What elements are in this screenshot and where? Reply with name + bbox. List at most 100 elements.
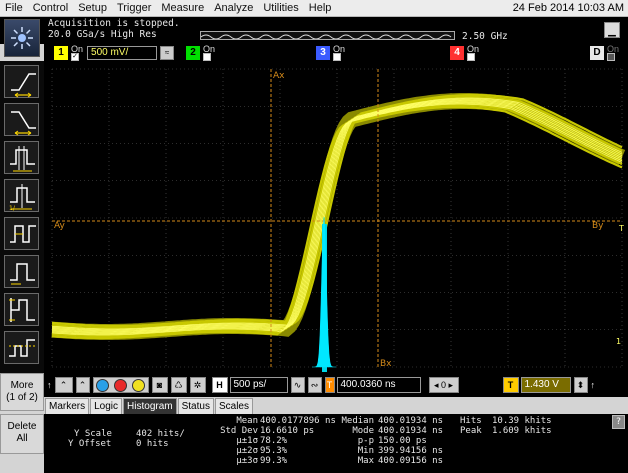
star-icon[interactable]: ✲: [189, 377, 206, 393]
y-scale-label: Y Scale: [74, 429, 112, 439]
channel-2-on-toggle[interactable]: On: [203, 44, 215, 61]
menu-measure[interactable]: Measure: [156, 0, 209, 17]
trigger-level-field[interactable]: 1.430 V: [520, 377, 571, 393]
channel-1-on-label: On: [71, 43, 84, 54]
horizontal-badge[interactable]: H: [211, 377, 228, 393]
more-page-indicator: (1 of 2): [6, 392, 38, 403]
channel-4-on-toggle[interactable]: On: [467, 43, 480, 61]
edge-transition-trigger-icon[interactable]: 1/: [4, 179, 39, 212]
digital-checkbox[interactable]: [607, 52, 615, 61]
waveform-display[interactable]: Ax Bx Ay By T 1: [44, 61, 628, 373]
analysis-tabs: Markers Logic Histogram Status Scales: [44, 397, 628, 414]
delete-all-button[interactable]: Delete All: [0, 414, 44, 454]
menu-trigger[interactable]: Trigger: [112, 0, 156, 17]
sigma2-label: μ±2σ: [236, 446, 258, 456]
channel-3-on-toggle[interactable]: On: [333, 44, 345, 61]
all-label: All: [16, 433, 28, 444]
channel-4-checkbox[interactable]: [467, 52, 475, 61]
trigger-toolbar: 1/: [0, 61, 44, 373]
trigger-up-arrow-icon[interactable]: ↑: [591, 380, 596, 390]
hits-value: 10.39 khits: [492, 416, 552, 426]
more-button[interactable]: More (1 of 2): [0, 373, 44, 411]
up-arrow-icon[interactable]: ↑: [47, 380, 52, 390]
y-offset-label: Y Offset: [68, 439, 112, 449]
acquisition-state: Acquisition is stopped.: [48, 18, 180, 29]
falling-edge-trigger-icon[interactable]: [4, 103, 39, 136]
channel-1-on-toggle[interactable]: On ✓: [71, 43, 84, 61]
y-offset-value: 0 hits: [136, 439, 169, 449]
wave-alt-icon[interactable]: ∾: [307, 377, 322, 393]
tab-status[interactable]: Status: [177, 398, 214, 414]
acquisition-status-bar: Acquisition is stopped. 20.0 GSa/s High …: [0, 17, 628, 57]
delay-stepper[interactable]: ◂ 0 ▸: [428, 377, 459, 393]
datetime-display: 24 Feb 2014 10:03 AM: [512, 2, 624, 14]
minimize-button[interactable]: ▁: [604, 22, 620, 38]
timebase-field[interactable]: 500 ps/: [229, 377, 288, 393]
median-value: 400.01934 ns: [378, 416, 444, 426]
yellow-circle-icon[interactable]: [132, 378, 145, 392]
trigger-level-stepper[interactable]: ⬍: [573, 377, 588, 393]
peak-to-peak-value: 150.00 ps: [378, 436, 427, 446]
hits-label: Hits: [460, 416, 482, 426]
menu-file[interactable]: File: [0, 0, 28, 17]
channel-3-badge[interactable]: 3: [316, 45, 330, 60]
digital-on-toggle[interactable]: On: [607, 43, 620, 61]
tab-scales[interactable]: Scales: [214, 398, 253, 414]
tab-logic[interactable]: Logic: [90, 398, 123, 414]
blue-circle-icon[interactable]: [96, 378, 109, 392]
wave-icon[interactable]: ∿: [290, 377, 305, 393]
zoom-out-button[interactable]: ⌃: [54, 377, 73, 393]
channel-4-on-label: On: [467, 43, 480, 54]
channel-1-scale-field[interactable]: 500 mV/: [87, 45, 158, 60]
channel-1-checkbox[interactable]: ✓: [71, 52, 79, 61]
channel-2-checkbox[interactable]: [203, 52, 211, 61]
help-button[interactable]: ?: [612, 415, 625, 429]
tab-histogram[interactable]: Histogram: [123, 398, 177, 414]
app-logo-icon[interactable]: [4, 19, 40, 57]
channel-4-control[interactable]: 4 On: [450, 43, 480, 61]
digital-channel-badge[interactable]: D: [590, 45, 604, 60]
channel-3-checkbox[interactable]: [333, 52, 341, 61]
median-label: Median: [341, 416, 374, 426]
menu-help[interactable]: Help: [304, 0, 337, 17]
trash-icon[interactable]: ♺: [170, 377, 187, 393]
setup-hold-trigger-icon[interactable]: [4, 141, 39, 174]
channel-1-ground-marker: 1: [616, 337, 621, 346]
bandwidth-indicator: [200, 31, 455, 40]
window-trigger-icon[interactable]: [4, 331, 39, 364]
channel-2-badge[interactable]: 2: [186, 45, 200, 60]
digital-channel-control[interactable]: D On: [590, 43, 620, 61]
channel-4-badge[interactable]: 4: [450, 45, 464, 60]
y-scale-value: 402 hits/: [136, 429, 185, 439]
tab-markers[interactable]: Markers: [45, 398, 90, 414]
digital-on-label: On: [607, 43, 620, 54]
delete-label: Delete: [7, 421, 37, 432]
trigger-level-badge[interactable]: T: [502, 377, 519, 393]
camera-icon[interactable]: ◙: [151, 377, 168, 393]
menu-utilities[interactable]: Utilities: [258, 0, 303, 17]
delay-field[interactable]: 400.0360 ns: [336, 377, 421, 393]
sigma3-label: μ±3σ: [236, 456, 258, 466]
more-label: More: [10, 380, 34, 391]
channel-1-coupling-button[interactable]: ≈: [160, 45, 175, 60]
channel-3-control[interactable]: 3 On: [316, 44, 345, 61]
red-circle-icon[interactable]: [114, 378, 127, 392]
channel-2-control[interactable]: 2 On: [186, 44, 215, 61]
sigma3-value: 99.3%: [260, 456, 288, 466]
peak-to-peak-label: p-p: [357, 436, 374, 446]
max-label: Max: [357, 456, 374, 466]
menu-control[interactable]: Control: [28, 0, 73, 17]
channel-1-control[interactable]: 1 On ✓ 500 mV/ ≈: [54, 43, 175, 61]
menu-setup[interactable]: Setup: [73, 0, 112, 17]
mean-value: 400.0177896 ns: [260, 416, 336, 426]
stddev-label: Std Dev: [220, 426, 258, 436]
color-grade-buttons[interactable]: [92, 377, 149, 393]
trigger-position-badge[interactable]: T: [324, 377, 335, 393]
channel-1-badge[interactable]: 1: [54, 45, 68, 60]
menu-analyze[interactable]: Analyze: [209, 0, 258, 17]
rising-edge-trigger-icon[interactable]: [4, 65, 39, 98]
timeout-trigger-icon[interactable]: [4, 293, 39, 326]
pulse-width-trigger-icon[interactable]: [4, 217, 39, 250]
zoom-in-button[interactable]: ⌃: [75, 377, 90, 393]
runt-trigger-icon[interactable]: [4, 255, 39, 288]
